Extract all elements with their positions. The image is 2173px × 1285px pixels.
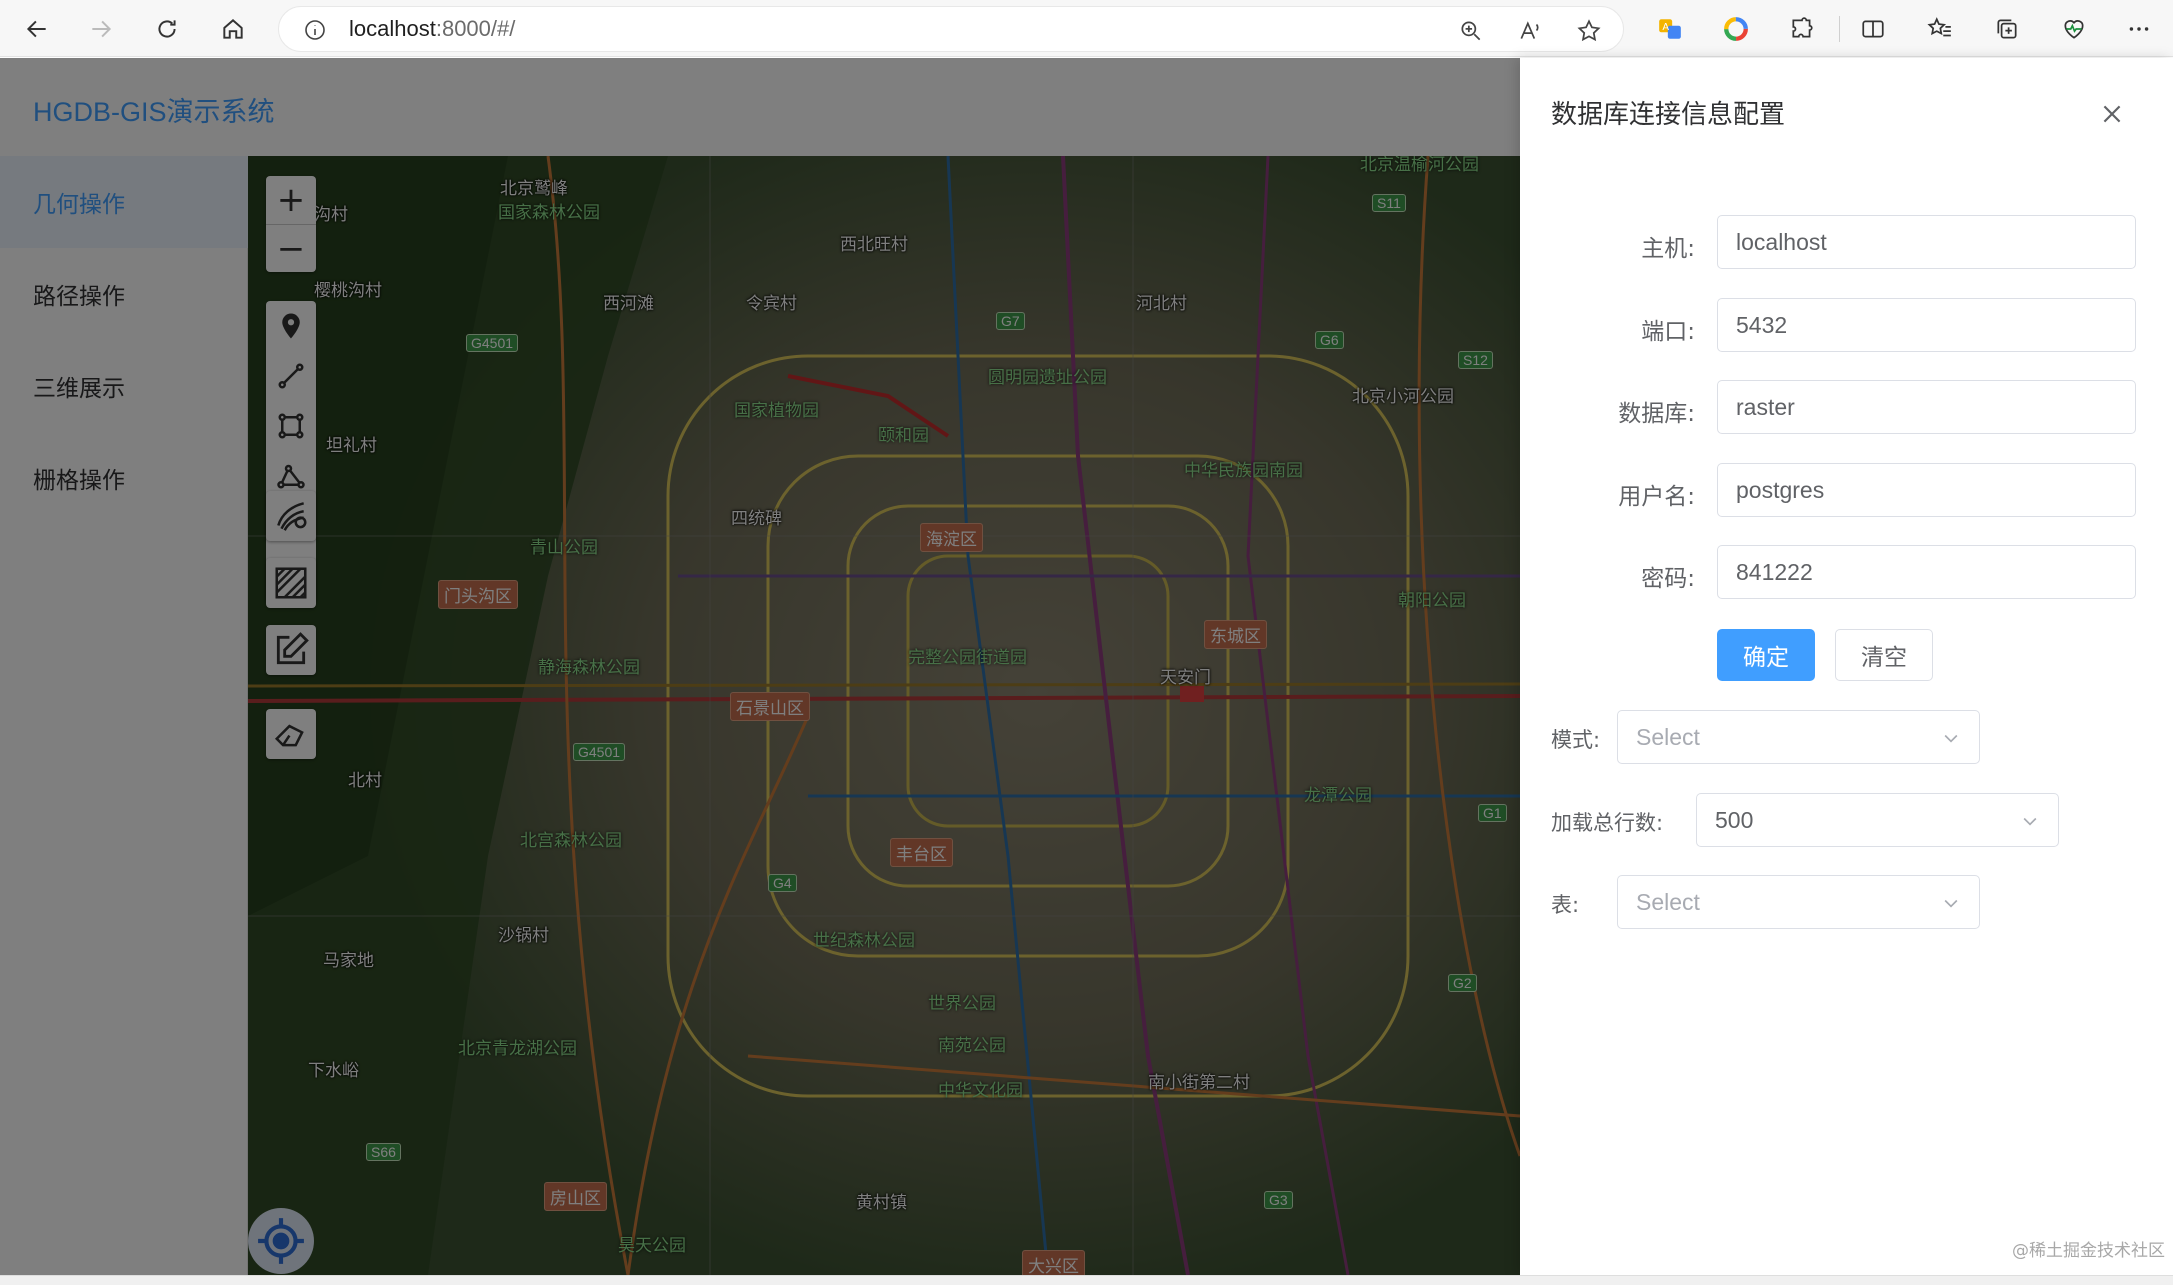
table-select-placeholder: Select xyxy=(1636,889,1700,915)
more-options-icon[interactable] xyxy=(2123,13,2155,45)
drawer-overlay[interactable] xyxy=(0,58,1520,1275)
favorites-list-icon[interactable] xyxy=(1924,13,1956,45)
host-row: 主机: xyxy=(1520,215,2173,271)
table-row: 表: Select xyxy=(1520,875,2173,931)
password-label: 密码: xyxy=(1641,566,1695,592)
home-icon[interactable] xyxy=(214,10,252,48)
info-icon[interactable] xyxy=(303,18,327,42)
toolbar-divider xyxy=(1839,16,1840,42)
table-label: 表: xyxy=(1551,893,1580,917)
db-config-drawer: 数据库连接信息配置 主机: 端口: 数据库: 用户名: 密码: 确定 清空 模式… xyxy=(1520,58,2173,1275)
database-label: 数据库: xyxy=(1618,401,1695,427)
close-icon[interactable] xyxy=(2094,96,2130,132)
refresh-icon[interactable] xyxy=(148,10,186,48)
port-input[interactable] xyxy=(1717,298,2136,352)
database-row: 数据库: xyxy=(1520,380,2173,436)
window-bottom-edge xyxy=(0,1275,2173,1285)
mode-select-placeholder: Select xyxy=(1636,724,1700,750)
confirm-button[interactable]: 确定 xyxy=(1717,629,1815,681)
password-input[interactable] xyxy=(1717,545,2136,599)
actions-row: 确定 清空 xyxy=(1520,629,2173,685)
host-input[interactable] xyxy=(1717,215,2136,269)
color-extension-icon[interactable] xyxy=(1720,13,1752,45)
port-label: 端口: xyxy=(1641,319,1695,345)
rows-label: 加载总行数: xyxy=(1551,811,1664,835)
username-label: 用户名: xyxy=(1618,484,1695,510)
host-label: 主机: xyxy=(1641,236,1695,262)
rows-select[interactable]: 500 xyxy=(1696,793,2059,847)
table-select[interactable]: Select xyxy=(1617,875,1980,929)
mode-row: 模式: Select xyxy=(1520,710,2173,766)
password-row: 密码: xyxy=(1520,545,2173,601)
username-row: 用户名: xyxy=(1520,463,2173,519)
health-heart-icon[interactable] xyxy=(2058,13,2090,45)
url-text: localhost:8000/#/ xyxy=(349,16,516,41)
chevron-down-icon xyxy=(1944,734,1958,743)
chevron-down-icon xyxy=(2023,817,2037,826)
split-screen-icon[interactable] xyxy=(1857,13,1889,45)
svg-text:A: A xyxy=(1662,22,1669,33)
collections-icon[interactable] xyxy=(1991,13,2023,45)
port-row: 端口: xyxy=(1520,298,2173,354)
favorite-star-icon[interactable] xyxy=(1576,18,1602,44)
rows-select-value: 500 xyxy=(1715,807,1754,833)
watermark: @稀土掘金技术社区 xyxy=(2012,1241,2165,1261)
browser-toolbar: localhost:8000/#/ A xyxy=(0,0,2173,57)
extensions-puzzle-icon[interactable] xyxy=(1786,13,1818,45)
chevron-down-icon xyxy=(1944,899,1958,908)
database-input[interactable] xyxy=(1717,380,2136,434)
username-input[interactable] xyxy=(1717,463,2136,517)
translate-extension-icon[interactable]: A xyxy=(1654,13,1686,45)
back-icon[interactable] xyxy=(18,10,56,48)
drawer-title: 数据库连接信息配置 xyxy=(1551,100,1786,130)
read-aloud-icon[interactable] xyxy=(1517,18,1543,44)
forward-icon[interactable] xyxy=(82,10,120,48)
mode-label: 模式: xyxy=(1551,728,1601,752)
address-bar[interactable]: localhost:8000/#/ xyxy=(278,6,1624,52)
rows-row: 加载总行数: 500 xyxy=(1520,793,2173,849)
mode-select[interactable]: Select xyxy=(1617,710,1980,764)
clear-button[interactable]: 清空 xyxy=(1835,629,1933,681)
zoom-icon[interactable] xyxy=(1458,18,1484,44)
